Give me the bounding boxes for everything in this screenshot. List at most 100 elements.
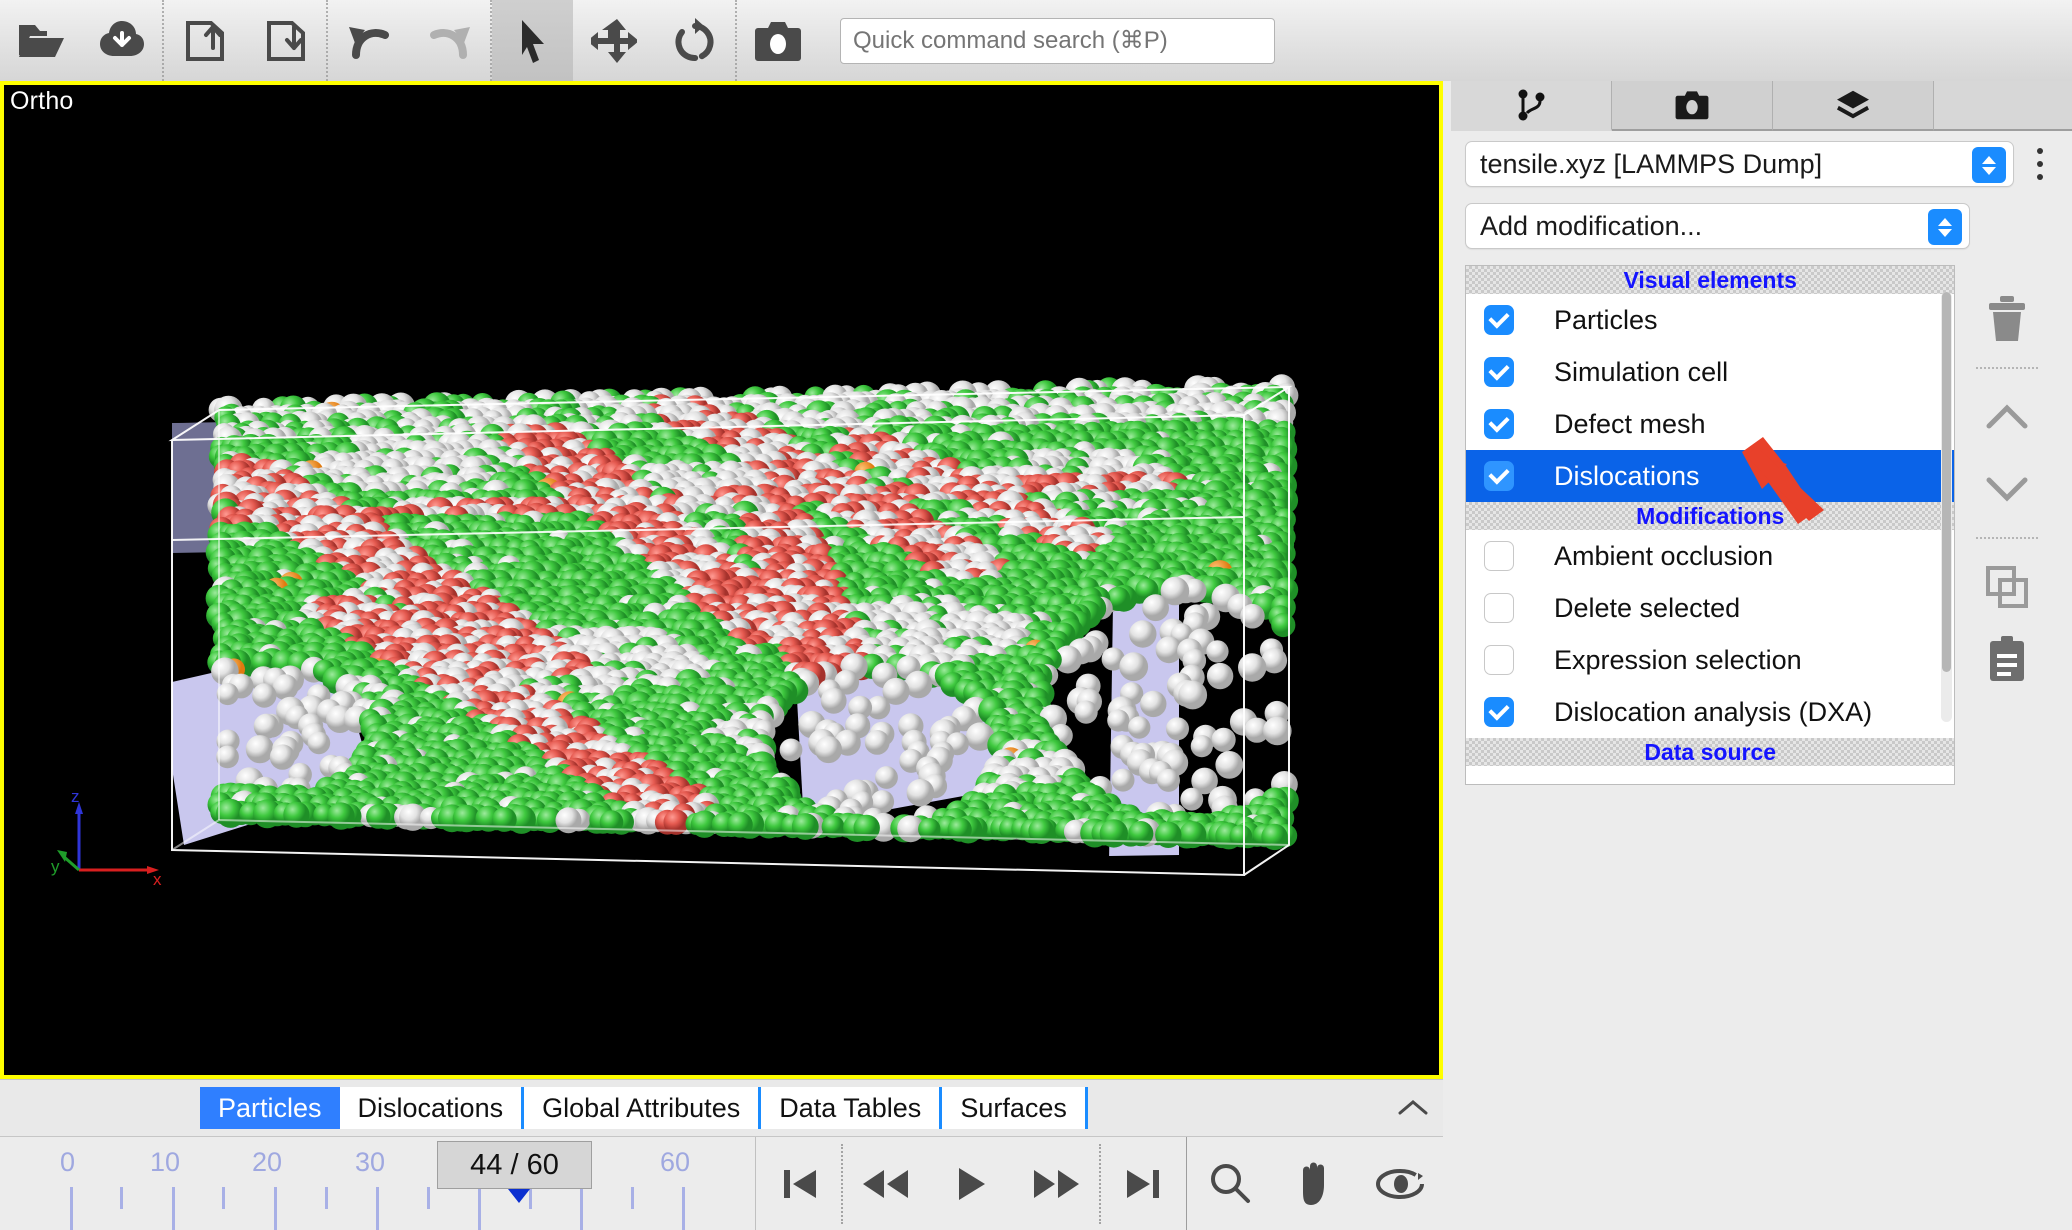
camera-icon xyxy=(1674,90,1710,120)
data-tab-global-attributes[interactable]: Global Attributes xyxy=(524,1087,761,1129)
toolbar-group-render xyxy=(737,0,818,81)
pipeline-item-dislocation-analysis-dxa[interactable]: Dislocation analysis (DXA) xyxy=(1466,686,1954,738)
open-file-button[interactable] xyxy=(0,0,81,81)
pipeline-item-label: Ambient occlusion xyxy=(1554,541,1773,572)
checkbox-dislocation-analysis-dxa[interactable] xyxy=(1484,697,1514,727)
particle-simulation-render xyxy=(4,85,1439,1075)
pipeline-item-ambient-occlusion[interactable]: Ambient occlusion xyxy=(1466,530,1954,582)
undo-arrow-icon xyxy=(343,21,395,61)
zoom-tool-button[interactable] xyxy=(1187,1137,1272,1230)
tick-minor xyxy=(631,1187,634,1209)
toolbar-separator-4 xyxy=(735,0,737,81)
tick-minor xyxy=(222,1187,225,1209)
render-button[interactable] xyxy=(737,0,818,81)
data-tab-particles[interactable]: Particles xyxy=(200,1087,340,1129)
tab-render[interactable] xyxy=(1612,81,1773,131)
tick-major xyxy=(580,1187,583,1230)
pipeline-scrollbar[interactable] xyxy=(1941,292,1952,722)
command-panel: tensile.xyz [LAMMPS Dump] Add modificati… xyxy=(1451,81,2072,1230)
data-tab-data-tables[interactable]: Data Tables xyxy=(761,1087,942,1129)
pipeline-item-simulation-cell[interactable]: Simulation cell xyxy=(1466,346,1954,398)
pipeline-item-dislocations[interactable]: Dislocations xyxy=(1466,450,1954,502)
copy-icon xyxy=(1985,565,2029,609)
timeline-ruler[interactable]: 0 10 20 30 60 44 / 60 xyxy=(0,1137,755,1230)
tab-pipeline[interactable] xyxy=(1451,81,1612,131)
next-frame-button[interactable] xyxy=(1014,1137,1099,1230)
move-cross-arrows-icon xyxy=(591,18,637,64)
data-source-combo[interactable]: tensile.xyz [LAMMPS Dump] xyxy=(1465,141,2014,187)
pipeline-item-particles[interactable]: Particles xyxy=(1466,294,1954,346)
delete-modifier-button[interactable] xyxy=(1972,283,2042,355)
checkbox-simulation-cell[interactable] xyxy=(1484,357,1514,387)
undo-button[interactable] xyxy=(328,0,409,81)
scrollbar-thumb[interactable] xyxy=(1942,292,1951,672)
pipeline-item-label: Defect mesh xyxy=(1554,409,1706,440)
move-down-button[interactable] xyxy=(1972,453,2042,525)
checkbox-dislocations[interactable] xyxy=(1484,461,1514,491)
checkbox-defect-mesh[interactable] xyxy=(1484,409,1514,439)
pipeline-editor: tensile.xyz [LAMMPS Dump] Add modificati… xyxy=(1451,131,2072,785)
pipeline-item-delete-selected[interactable]: Delete selected xyxy=(1466,582,1954,634)
data-inspector-tabbar: Particles Dislocations Global Attributes… xyxy=(0,1079,1443,1136)
tick-major xyxy=(376,1187,379,1230)
orbit-eye-icon xyxy=(1374,1164,1426,1204)
main-toolbar xyxy=(0,0,2072,81)
toolbar-group-modes xyxy=(492,0,735,81)
toolbar-group-history xyxy=(328,0,490,81)
viewport-ortho[interactable]: Ortho xyxy=(0,81,1443,1079)
jump-to-end-button[interactable] xyxy=(1101,1137,1186,1230)
load-session-button[interactable] xyxy=(164,0,245,81)
tick-major xyxy=(478,1187,481,1230)
move-up-button[interactable] xyxy=(1972,381,2042,453)
skip-to-end-icon xyxy=(1123,1163,1165,1205)
pipeline-item-label: Delete selected xyxy=(1554,593,1740,624)
pipeline-branch-icon xyxy=(1514,88,1548,122)
orbit-tool-button[interactable] xyxy=(1358,1137,1443,1230)
data-tab-surfaces[interactable]: Surfaces xyxy=(942,1087,1088,1129)
pipeline-item-label: Simulation cell xyxy=(1554,357,1728,388)
play-icon xyxy=(954,1163,988,1205)
pipeline-side-toolbar xyxy=(1955,265,2058,785)
play-animation-button[interactable] xyxy=(929,1137,1014,1230)
import-remote-file-button[interactable] xyxy=(81,0,162,81)
pipeline-list[interactable]: Visual elements Particles Simulation cel… xyxy=(1465,265,1955,785)
chevron-updown-icon[interactable] xyxy=(1928,209,1962,245)
chevron-updown-icon[interactable] xyxy=(1972,147,2006,183)
checkbox-ambient-occlusion[interactable] xyxy=(1484,541,1514,571)
trash-icon xyxy=(1986,295,2028,343)
checkbox-expression-selection[interactable] xyxy=(1484,645,1514,675)
toolbar-separator-3 xyxy=(490,0,492,81)
checkbox-delete-selected[interactable] xyxy=(1484,593,1514,623)
jump-to-start-button[interactable] xyxy=(756,1137,841,1230)
move-mode-button[interactable] xyxy=(573,0,654,81)
command-panel-tabs xyxy=(1451,81,2072,131)
save-session-button[interactable] xyxy=(245,0,326,81)
collapse-data-inspector-button[interactable] xyxy=(1393,1088,1433,1128)
pipeline-section-modifications: Modifications xyxy=(1466,502,1954,530)
pan-tool-button[interactable] xyxy=(1273,1137,1358,1230)
axis-tripod: z x y xyxy=(49,790,169,900)
redo-button[interactable] xyxy=(409,0,490,81)
pipeline-menu-button[interactable] xyxy=(2022,141,2058,187)
select-mode-button[interactable] xyxy=(492,0,573,81)
paste-button[interactable] xyxy=(1972,623,2042,695)
pipeline-section-data-source: Data source xyxy=(1466,738,1954,766)
pipeline-item-label: Dislocations xyxy=(1554,461,1700,492)
pipeline-item-expression-selection[interactable]: Expression selection xyxy=(1466,634,1954,686)
pipeline-item-label: Dislocation analysis (DXA) xyxy=(1554,697,1872,728)
current-frame-text: 44 / 60 xyxy=(470,1149,559,1182)
previous-frame-button[interactable] xyxy=(843,1137,928,1230)
camera-icon xyxy=(754,20,802,62)
folder-open-icon xyxy=(17,19,65,63)
timeline-playhead[interactable] xyxy=(508,1189,530,1203)
add-modification-combo[interactable]: Add modification... xyxy=(1465,203,1970,249)
tab-overlays[interactable] xyxy=(1773,81,1934,131)
rotate-mode-button[interactable] xyxy=(654,0,735,81)
checkbox-particles[interactable] xyxy=(1484,305,1514,335)
quick-command-search-input[interactable] xyxy=(840,18,1275,64)
toolbar-group-file xyxy=(0,0,162,81)
pipeline-item-defect-mesh[interactable]: Defect mesh xyxy=(1466,398,1954,450)
duplicate-button[interactable] xyxy=(1972,551,2042,623)
current-frame-spinner[interactable]: 44 / 60 xyxy=(437,1141,592,1189)
data-tab-dislocations[interactable]: Dislocations xyxy=(340,1087,525,1129)
